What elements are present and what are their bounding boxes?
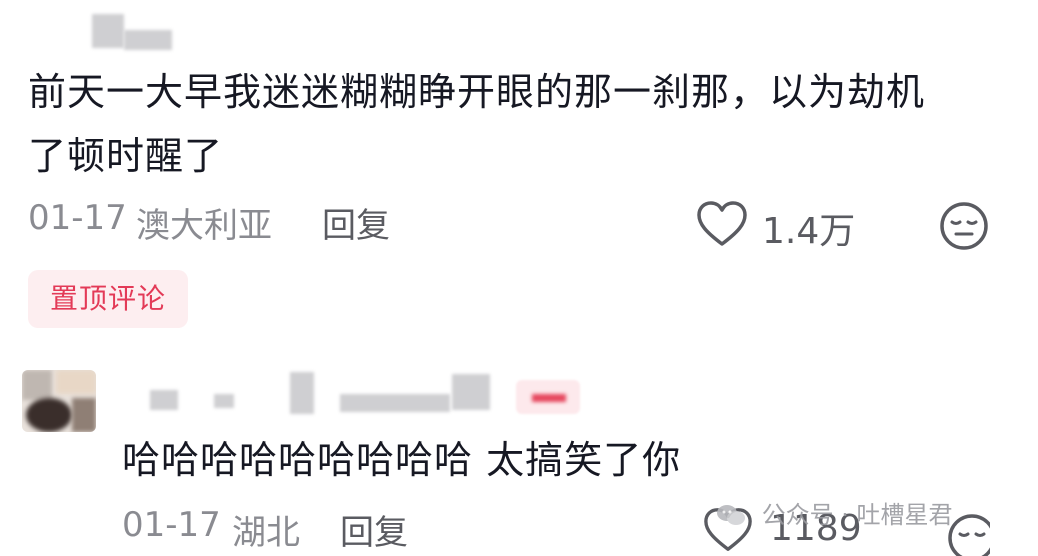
- reply-button[interactable]: 回复: [340, 505, 408, 554]
- like-count: 1.4万: [762, 211, 856, 252]
- heart-outline-icon[interactable]: [694, 198, 750, 250]
- comment-date: 01-17: [122, 505, 221, 545]
- watermark: 公众号 · 吐槽星君: [716, 495, 953, 530]
- author-tag-blurred: [516, 380, 580, 414]
- neutral-face-icon[interactable]: [938, 200, 990, 252]
- avatar[interactable]: [22, 370, 96, 432]
- comment-date: 01-17: [28, 198, 127, 238]
- comment-text-line2: 了顿时醒了: [28, 134, 224, 178]
- watermark-text: 公众号 · 吐槽星君: [761, 501, 953, 529]
- comment-location: 湖北: [232, 513, 300, 553]
- comment-location: 澳大利亚: [136, 206, 272, 246]
- comment-text-line1: 前天一大早我迷迷糊糊睁开眼的那一刹那，以为劫机: [28, 70, 926, 114]
- wechat-logo-icon: [716, 501, 754, 529]
- comment-text: 哈哈哈哈哈哈哈哈哈 太搞笑了你: [122, 438, 682, 482]
- neutral-face-icon[interactable]: [946, 512, 990, 556]
- reply-button[interactable]: 回复: [322, 198, 390, 247]
- pinned-comment-badge: 置顶评论: [28, 270, 188, 328]
